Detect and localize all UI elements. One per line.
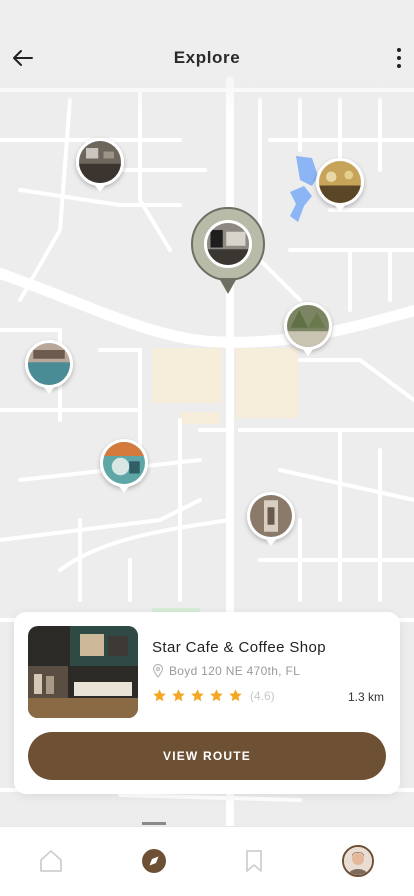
rating-value: (4.6) [250, 688, 275, 703]
pin-tail [334, 204, 346, 212]
star-icon [172, 689, 185, 702]
pin-tail [265, 538, 277, 546]
avatar[interactable] [342, 845, 374, 877]
star-icon [191, 689, 204, 702]
star-rating: (4.6) [152, 688, 275, 703]
bottom-tab-bar [0, 826, 414, 896]
star-icon [153, 689, 166, 702]
place-name: Star Cafe & Coffee Shop [152, 639, 327, 656]
place-pin[interactable] [316, 158, 364, 206]
selected-pin-tail [219, 278, 237, 294]
place-card: Star Cafe & Coffee Shop Boyd 120 NE 470t… [14, 612, 400, 794]
cafe-thumbnail [319, 161, 361, 203]
selected-place-pin[interactable] [191, 207, 265, 281]
header: Explore [0, 0, 414, 115]
place-photo[interactable] [28, 626, 138, 718]
star-icon [229, 689, 242, 702]
cafe-thumbnail [250, 495, 292, 537]
place-pin[interactable] [100, 439, 148, 487]
location-pin-icon [152, 664, 164, 678]
bookmark-icon[interactable] [240, 847, 268, 875]
page-title: Explore [173, 48, 241, 67]
cafe-thumbnail [103, 442, 145, 484]
pin-tail [43, 386, 55, 394]
cafe-thumbnail [79, 141, 121, 183]
home-icon[interactable] [37, 847, 65, 875]
pin-tail [94, 184, 106, 192]
distance-label: 1.3 km [347, 690, 384, 704]
place-pin[interactable] [25, 340, 73, 388]
pin-tail [118, 485, 130, 493]
pin-tail [302, 348, 314, 356]
place-address: Boyd 120 NE 470th, FL [169, 664, 301, 678]
place-pin[interactable] [284, 302, 332, 350]
active-tab-indicator [142, 822, 166, 825]
star-icon [210, 689, 223, 702]
place-pin[interactable] [247, 492, 295, 540]
more-vertical-icon[interactable] [392, 44, 406, 72]
place-pin[interactable] [76, 138, 124, 186]
view-route-button[interactable]: VIEW ROUTE [28, 732, 386, 780]
compass-icon[interactable] [140, 847, 168, 875]
cafe-thumbnail [287, 305, 329, 347]
selected-place-thumbnail [204, 220, 252, 268]
cafe-thumbnail [28, 343, 70, 385]
